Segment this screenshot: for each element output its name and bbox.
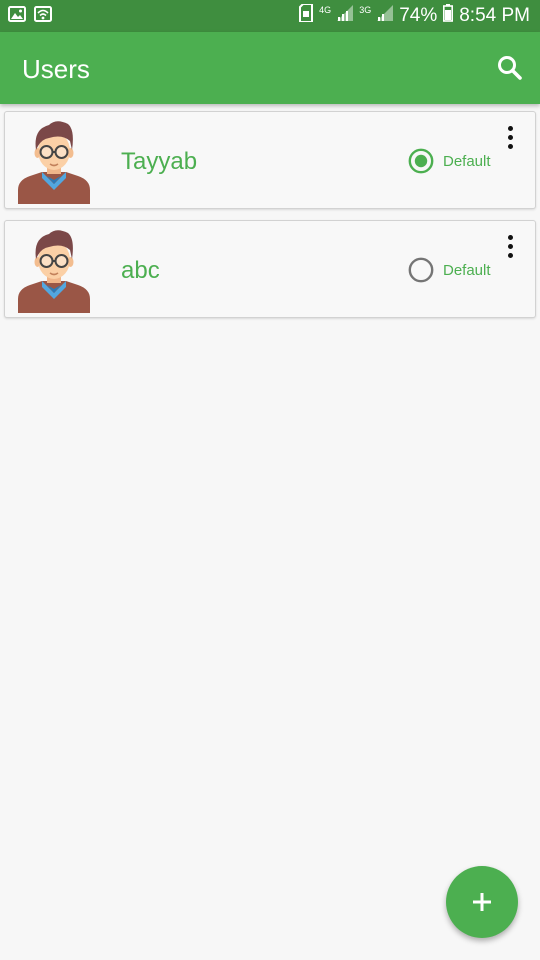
search-icon bbox=[498, 56, 522, 80]
image-icon bbox=[8, 6, 26, 27]
default-label[interactable]: Default bbox=[443, 153, 491, 170]
user-card[interactable]: abc Default bbox=[4, 220, 536, 318]
network-type-3g: 3G bbox=[359, 5, 372, 15]
plus-icon bbox=[473, 893, 491, 911]
avatar bbox=[18, 230, 90, 313]
app-bar: Users bbox=[0, 32, 540, 104]
default-radio[interactable] bbox=[408, 257, 434, 283]
more-vert-icon bbox=[508, 235, 513, 240]
battery-icon bbox=[443, 4, 454, 28]
sim-icon bbox=[299, 3, 314, 28]
page-title: Users bbox=[22, 54, 90, 84]
network-type-4g: 4G bbox=[319, 5, 332, 15]
signal-icon bbox=[377, 5, 394, 27]
status-bar: 4G 3G 74% 8:54 PM bbox=[0, 0, 540, 32]
add-user-button[interactable] bbox=[446, 866, 518, 938]
user-card[interactable]: Tayyab Default bbox=[4, 111, 536, 209]
overflow-menu-button[interactable] bbox=[507, 126, 515, 152]
wifi-icon bbox=[34, 6, 52, 27]
more-vert-icon bbox=[508, 126, 513, 131]
default-radio[interactable] bbox=[408, 148, 434, 174]
clock: 8:54 PM bbox=[459, 5, 530, 26]
user-name: abc bbox=[121, 257, 160, 284]
avatar bbox=[18, 121, 90, 204]
signal-icon bbox=[337, 5, 354, 27]
battery-percent: 74% bbox=[399, 5, 438, 26]
overflow-menu-button[interactable] bbox=[507, 235, 515, 261]
search-button[interactable] bbox=[494, 52, 526, 84]
user-name: Tayyab bbox=[121, 148, 198, 175]
default-label[interactable]: Default bbox=[443, 262, 491, 279]
